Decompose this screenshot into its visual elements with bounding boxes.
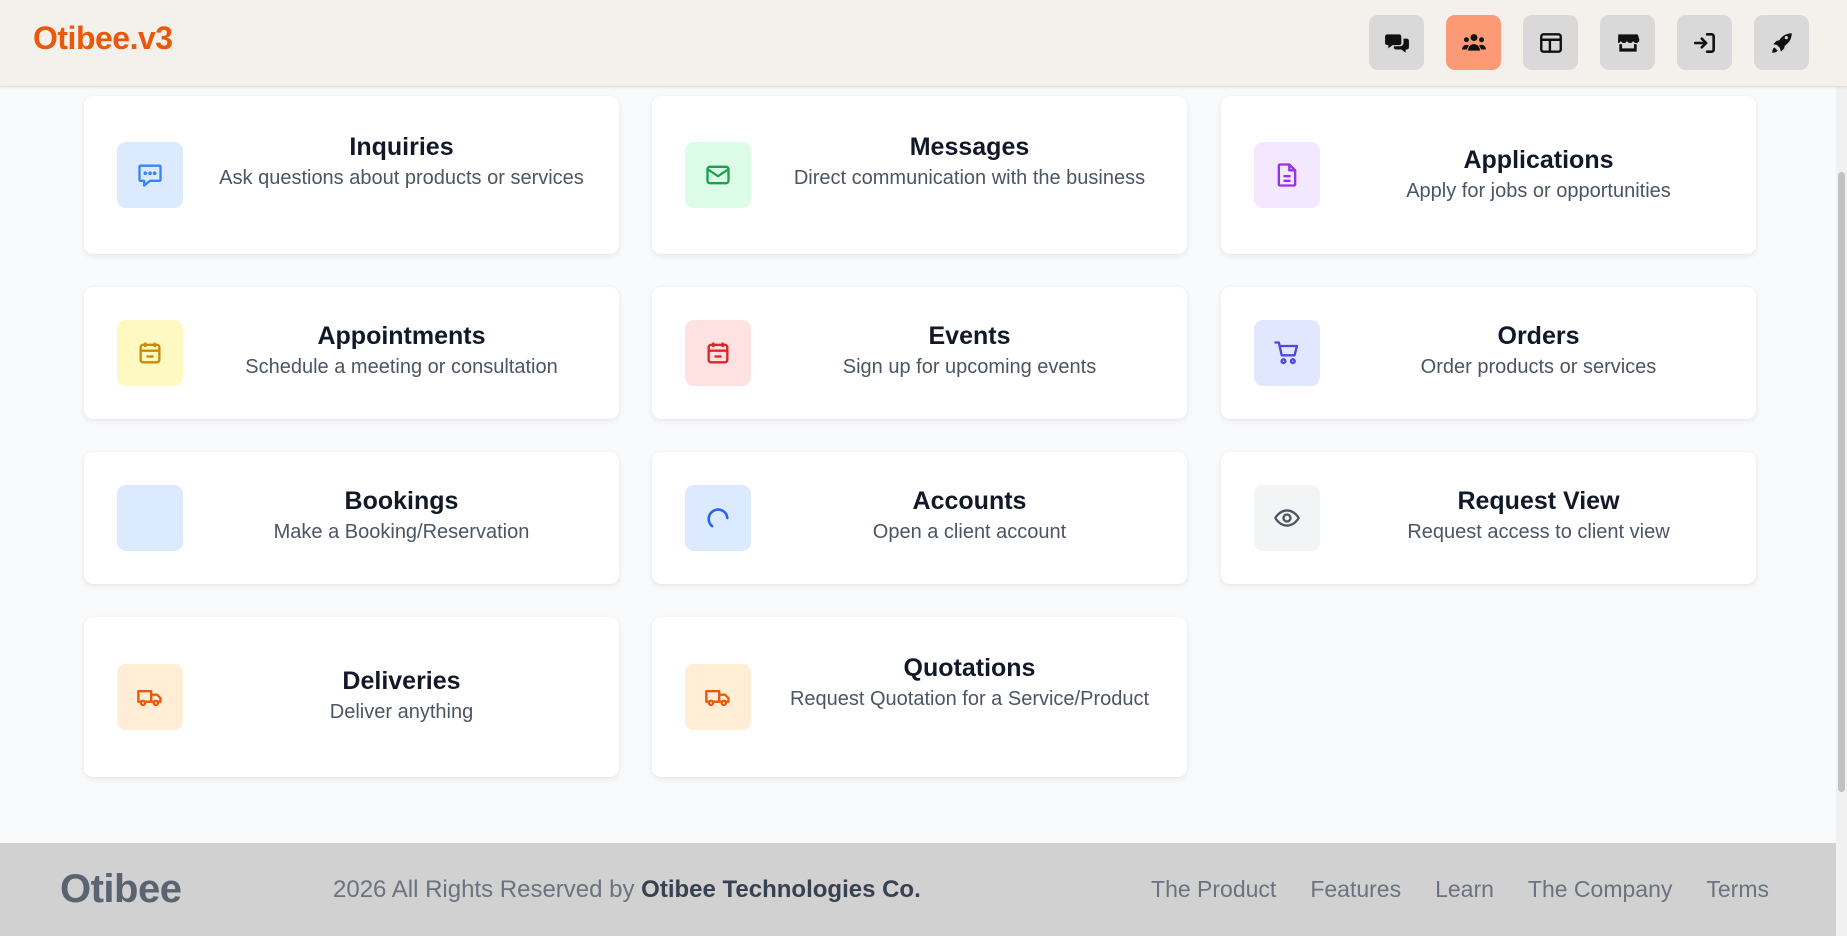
card-description: Request access to client view [1407, 521, 1670, 543]
card-description: Ask questions about products or services [219, 167, 584, 189]
eye-icon [1274, 509, 1300, 527]
card-icon-box [685, 320, 751, 386]
card-description: Direct communication with the business [793, 167, 1146, 189]
footer: Otibee 2026 All Rights Reserved by Otibe… [0, 843, 1836, 936]
card-icon-box [1254, 320, 1320, 386]
nav-login-button[interactable] [1677, 15, 1732, 70]
card-messages[interactable]: Messages Direct communication with the b… [652, 96, 1187, 254]
sign-in-icon [1693, 32, 1715, 53]
card-text: Deliveries Deliver anything [204, 665, 599, 726]
card-icon-box [117, 485, 183, 551]
card-title: Accounts [912, 487, 1027, 515]
nav-users-button[interactable] [1446, 15, 1501, 70]
card-title: Inquiries [349, 133, 454, 161]
card-applications[interactable]: Applications Apply for jobs or opportuni… [1221, 96, 1756, 254]
card-text: Orders Order products or services [1341, 320, 1736, 381]
scrollbar-thumb[interactable] [1838, 172, 1845, 792]
nav-button-group [1369, 15, 1809, 70]
footer-link-terms[interactable]: Terms [1706, 876, 1769, 903]
card-events[interactable]: Events Sign up for upcoming events [652, 287, 1187, 419]
document-icon [1277, 163, 1297, 187]
card-text: Applications Apply for jobs or opportuni… [1341, 144, 1736, 205]
footer-brand[interactable]: Otibee [60, 867, 182, 912]
footer-link-company[interactable]: The Company [1528, 876, 1672, 903]
card-orders[interactable]: Orders Order products or services [1221, 287, 1756, 419]
card-inquiries[interactable]: Inquiries Ask questions about products o… [84, 96, 619, 254]
footer-link-features[interactable]: Features [1310, 876, 1401, 903]
calendar-icon [139, 342, 161, 364]
card-description: Request Quotation for a Service/Product [789, 688, 1150, 710]
card-quotations[interactable]: Quotations Request Quotation for a Servi… [652, 617, 1187, 777]
spinner-icon [707, 508, 729, 528]
card-description: Schedule a meeting or consultation [245, 356, 558, 378]
card-text: Quotations Request Quotation for a Servi… [772, 652, 1167, 713]
card-appointments[interactable]: Appointments Schedule a meeting or consu… [84, 287, 619, 419]
brand-logo[interactable]: Otibee.v3 [33, 20, 173, 57]
card-icon-box [1254, 485, 1320, 551]
card-text: Events Sign up for upcoming events [772, 320, 1167, 381]
copyright-text: 2026 All Rights Reserved by [333, 876, 635, 903]
card-deliveries[interactable]: Deliveries Deliver anything [84, 617, 619, 777]
mail-icon [706, 165, 730, 185]
card-description: Order products or services [1420, 356, 1657, 378]
nav-launch-button[interactable] [1754, 15, 1809, 70]
footer-link-product[interactable]: The Product [1151, 876, 1276, 903]
users-icon [1461, 33, 1486, 51]
card-icon-box [685, 485, 751, 551]
card-text: Request View Request access to client vi… [1341, 485, 1736, 546]
chat-icon [138, 164, 162, 187]
card-text: Appointments Schedule a meeting or consu… [204, 320, 599, 381]
card-description: Apply for jobs or opportunities [1406, 180, 1671, 202]
chat-bubbles-icon [1384, 33, 1409, 53]
card-description: Make a Booking/Reservation [273, 521, 530, 543]
nav-layout-button[interactable] [1523, 15, 1578, 70]
card-title: Appointments [317, 322, 486, 350]
truck-icon [137, 690, 162, 707]
layout-icon [1539, 32, 1562, 53]
card-title: Messages [909, 133, 1030, 161]
truck-icon [705, 690, 730, 707]
card-title: Bookings [344, 487, 459, 515]
card-icon-box [117, 320, 183, 386]
card-text: Bookings Make a Booking/Reservation [204, 485, 599, 546]
card-title: Events [928, 322, 1011, 350]
store-icon [1617, 33, 1639, 52]
footer-links: The Product Features Learn The Company T… [1151, 876, 1769, 903]
footer-link-learn[interactable]: Learn [1435, 876, 1494, 903]
card-description: Deliver anything [329, 701, 474, 723]
card-icon-box [117, 142, 183, 208]
card-text: Inquiries Ask questions about products o… [204, 131, 599, 192]
page-scrollbar[interactable] [1836, 87, 1847, 936]
card-title: Deliveries [342, 667, 461, 695]
card-icon-box [1254, 142, 1320, 208]
card-description: Sign up for upcoming events [842, 356, 1097, 378]
card-request-view[interactable]: Request View Request access to client vi… [1221, 452, 1756, 584]
cart-icon [1274, 341, 1299, 365]
card-icon-box [685, 664, 751, 730]
nav-store-button[interactable] [1600, 15, 1655, 70]
footer-copyright: 2026 All Rights Reserved by Otibee Techn… [333, 876, 921, 904]
card-description: Open a client account [872, 521, 1067, 543]
top-navbar: Otibee.v3 [0, 0, 1847, 87]
card-title: Request View [1457, 487, 1620, 515]
card-icon-box [117, 664, 183, 730]
card-title: Orders [1497, 322, 1580, 350]
card-text: Messages Direct communication with the b… [772, 131, 1167, 192]
rocket-icon [1771, 32, 1792, 53]
card-bookings[interactable]: Bookings Make a Booking/Reservation [84, 452, 619, 584]
card-text: Accounts Open a client account [772, 485, 1167, 546]
calendar-icon [707, 342, 729, 364]
card-accounts[interactable]: Accounts Open a client account [652, 452, 1187, 584]
card-title: Quotations [903, 654, 1036, 682]
card-title: Applications [1463, 146, 1614, 174]
request-types-grid: Inquiries Ask questions about products o… [0, 87, 1836, 843]
nav-chat-button[interactable] [1369, 15, 1424, 70]
company-name: Otibee Technologies Co. [641, 876, 921, 903]
card-icon-box [685, 142, 751, 208]
